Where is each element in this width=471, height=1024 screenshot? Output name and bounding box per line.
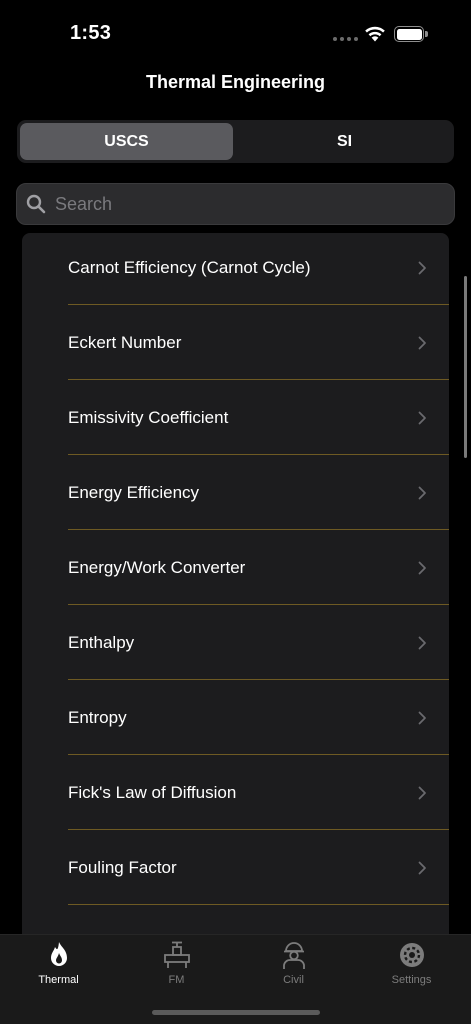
list-item-eckert-number[interactable]: Eckert Number: [22, 308, 449, 383]
row-divider: [68, 379, 449, 380]
row-divider: [68, 829, 449, 830]
list-item-energy-efficiency[interactable]: Energy Efficiency: [22, 458, 449, 533]
pipe-valve-icon: [164, 941, 190, 968]
segment-uscs[interactable]: USCS: [20, 123, 233, 160]
status-time: 1:53: [70, 22, 112, 44]
scrollbar-thumb[interactable]: [464, 276, 467, 458]
list-item-label: Entropy: [68, 708, 127, 727]
battery-icon: [394, 26, 428, 42]
segment-si[interactable]: SI: [238, 123, 451, 160]
search-input[interactable]: [55, 184, 445, 224]
tab-label: FM: [168, 974, 185, 986]
tab-civil[interactable]: Civil: [235, 935, 352, 995]
tab-thermal[interactable]: Thermal: [0, 935, 117, 995]
worker-icon: [283, 942, 305, 969]
list-item-ficks-law[interactable]: Fick's Law of Diffusion: [22, 758, 449, 833]
tab-settings[interactable]: Settings: [353, 935, 470, 995]
chevron-right-icon: [418, 561, 426, 575]
page-title: Thermal Engineering: [145, 72, 326, 92]
chevron-right-icon: [418, 636, 426, 650]
list-item-label: Fouling Factor: [68, 858, 177, 877]
list-item-label: Eckert Number: [68, 333, 182, 352]
list-item-label: Energy Efficiency: [68, 483, 200, 502]
list-item-emissivity-coefficient[interactable]: Emissivity Coefficient: [22, 383, 449, 458]
row-divider: [68, 754, 449, 755]
row-divider: [68, 604, 449, 605]
row-divider: [68, 304, 449, 305]
list-item-fouling-factor[interactable]: Fouling Factor: [22, 833, 449, 908]
list-item-label: Energy/Work Converter: [68, 558, 246, 577]
row-divider: [68, 904, 449, 905]
chevron-right-icon: [418, 786, 426, 800]
list-item-energy-work-converter[interactable]: Energy/Work Converter: [22, 533, 449, 608]
tab-label: Thermal: [38, 974, 79, 986]
row-divider: [68, 454, 449, 455]
tab-label: Settings: [391, 974, 432, 986]
chevron-right-icon: [418, 486, 426, 500]
list-item-label: Emissivity Coefficient: [68, 408, 229, 427]
list-item-enthalpy[interactable]: Enthalpy: [22, 608, 449, 683]
search-icon: [26, 194, 46, 214]
tab-fm[interactable]: FM: [118, 935, 235, 995]
chevron-right-icon: [418, 861, 426, 875]
calculator-list: Carnot Efficiency (Carnot Cycle) Eckert …: [22, 233, 449, 934]
list-item-label: Fick's Law of Diffusion: [68, 783, 237, 802]
tab-label: Civil: [283, 974, 304, 986]
status-bar: 1:53: [0, 0, 471, 60]
unit-system-segmented-control: USCS SI: [17, 120, 454, 163]
cellular-signal-icon: [333, 37, 358, 41]
list-item-partial[interactable]: [22, 908, 449, 934]
list-item-entropy[interactable]: Entropy: [22, 683, 449, 758]
chevron-right-icon: [418, 336, 426, 350]
gear-icon: [400, 943, 424, 967]
list-item-carnot-efficiency[interactable]: Carnot Efficiency (Carnot Cycle): [22, 233, 449, 308]
wifi-icon: [365, 26, 385, 42]
list-item-label: Carnot Efficiency (Carnot Cycle): [68, 258, 311, 277]
list-item-label: Enthalpy: [68, 633, 135, 652]
chevron-right-icon: [418, 411, 426, 425]
flame-icon: [51, 942, 67, 966]
row-divider: [68, 529, 449, 530]
chevron-right-icon: [418, 711, 426, 725]
search-bar: [16, 183, 455, 225]
home-indicator[interactable]: [152, 1010, 320, 1015]
row-divider: [68, 679, 449, 680]
chevron-right-icon: [418, 261, 426, 275]
